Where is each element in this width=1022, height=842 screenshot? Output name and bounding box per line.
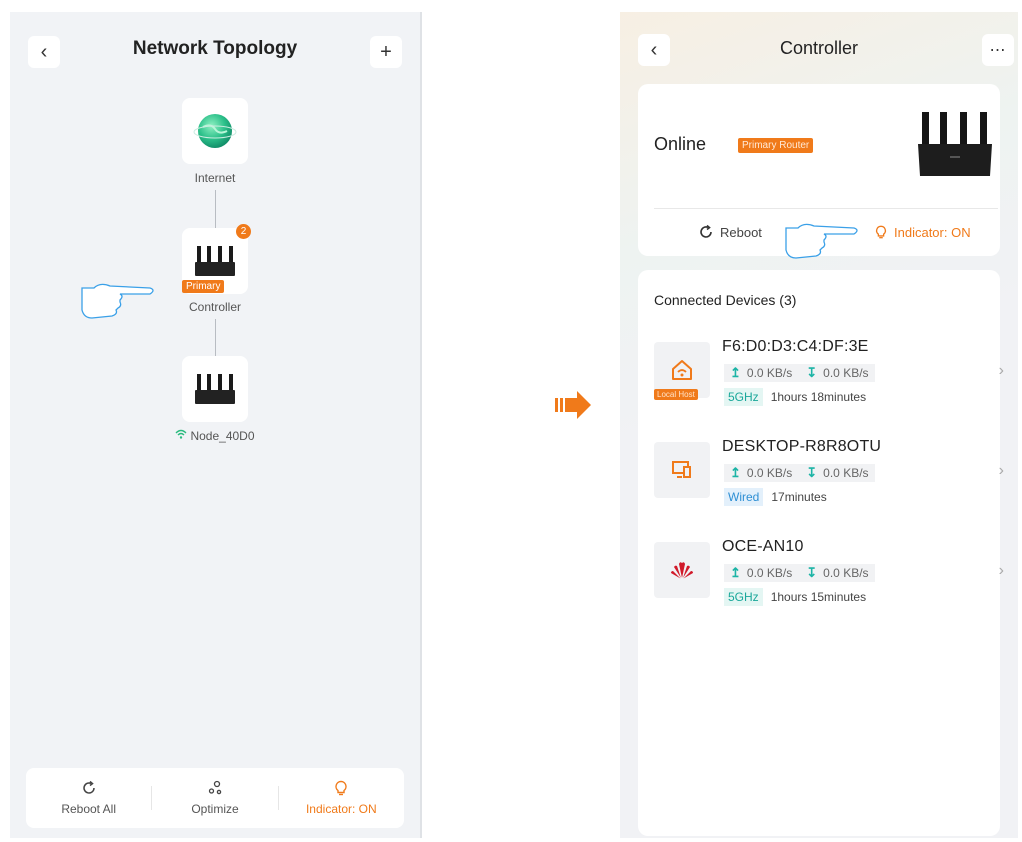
huawei-logo-icon: [671, 562, 693, 579]
device-meta: Wired 17minutes: [724, 488, 827, 506]
primary-router-tag: Primary Router: [738, 138, 814, 153]
band-badge: Wired: [724, 488, 764, 506]
add-node-button[interactable]: +: [370, 36, 402, 68]
reboot-label: Reboot: [720, 224, 762, 240]
device-icon-box: Local Host: [654, 342, 710, 400]
notification-badge: 2: [236, 224, 251, 239]
device-icon-box: [654, 442, 710, 498]
band-badge: 5GHz: [724, 588, 763, 606]
bottom-action-bar: Reboot All Optimize Indicator: ON: [26, 768, 404, 828]
router-icon: [195, 374, 235, 404]
device-name: F6:D0:D3:C4:DF:3E: [722, 338, 869, 355]
upload-icon: ↥: [730, 565, 741, 580]
internet-node[interactable]: [182, 98, 248, 164]
globe-icon: [193, 114, 237, 148]
divider: [654, 208, 998, 209]
hand-pointer-icon: [785, 223, 858, 259]
indicator-label: Indicator: ON: [894, 224, 971, 240]
link-line: [215, 319, 216, 357]
device-name: DESKTOP-R8R8OTU: [722, 438, 882, 455]
more-horizontal-icon: ⋯: [989, 42, 1007, 59]
download-icon: ↧: [806, 465, 818, 480]
device-meta: 5GHz 1hours 18minutes: [724, 388, 866, 406]
reboot-icon: [700, 224, 712, 238]
chevron-right-icon: ›: [998, 462, 1004, 479]
primary-tag: Primary: [182, 280, 225, 293]
upload-speed: 0.0 KB/s: [746, 466, 793, 480]
device-icon-box: [654, 542, 710, 598]
lightbulb-icon: [876, 225, 886, 239]
status-card: Online Primary Router Reboot Indicator: …: [638, 84, 1000, 259]
optimize-icon: [208, 780, 222, 795]
local-host-tag: Local Host: [654, 389, 698, 400]
devices-card: Connected Devices (3) Local Host F6:D0:D…: [638, 270, 1004, 836]
hand-pointer-icon: [81, 283, 154, 319]
device-row[interactable]: OCE-AN10 ↥ 0.0 KB/s ↧ 0.0 KB/s 5GHz 1hours…: [654, 538, 1004, 618]
download-speed: 0.0 KB/s: [823, 466, 869, 480]
device-row[interactable]: DESKTOP-R8R8OTU ↥ 0.0 KB/s ↧ 0.0 KB/s Wire…: [654, 438, 1004, 518]
controller-label: Controller: [188, 300, 242, 314]
reboot-icon: [82, 780, 95, 794]
download-icon: ↧: [806, 565, 818, 580]
indicator-button[interactable]: Indicator: ON: [874, 224, 971, 240]
device-name: OCE-AN10: [722, 538, 804, 555]
online-duration: 17minutes: [771, 490, 827, 504]
upload-icon: ↥: [730, 365, 741, 380]
lightbulb-icon: [335, 780, 347, 796]
page-title: Controller: [779, 38, 859, 58]
more-button[interactable]: ⋯: [982, 34, 1014, 66]
device-speed: ↥ 0.0 KB/s ↧ 0.0 KB/s: [724, 464, 875, 482]
download-speed: 0.0 KB/s: [823, 566, 869, 580]
router-image: [918, 112, 992, 176]
device-speed: ↥ 0.0 KB/s ↧ 0.0 KB/s: [724, 364, 875, 382]
download-speed: 0.0 KB/s: [823, 366, 869, 380]
devices-title: Connected Devices (3): [654, 292, 797, 308]
controller-screen: ‹ Controller ⋯ Online Primary Router Reb…: [620, 12, 1018, 838]
band-badge: 5GHz: [724, 388, 763, 406]
page-title: Network Topology: [132, 38, 298, 59]
device-speed: ↥ 0.0 KB/s ↧ 0.0 KB/s: [724, 564, 875, 582]
node-label-row: Node_40D0: [155, 429, 275, 443]
status-text: Online: [654, 134, 707, 154]
download-icon: ↧: [806, 365, 818, 380]
indicator-label: Indicator: ON: [305, 802, 377, 816]
upload-speed: 0.0 KB/s: [746, 366, 793, 380]
device-row[interactable]: Local Host F6:D0:D3:C4:DF:3E ↥ 0.0 KB/s ↧…: [654, 338, 1004, 418]
indicator-button[interactable]: Indicator: ON: [279, 768, 404, 828]
desktop-icon: [672, 461, 691, 478]
arrow-right-icon: [555, 391, 591, 419]
wifi-icon: [175, 429, 187, 439]
upload-speed: 0.0 KB/s: [746, 566, 793, 580]
reboot-all-label: Reboot All: [61, 802, 117, 816]
optimize-button[interactable]: Optimize: [152, 768, 277, 828]
node-name: Node_40D0: [190, 429, 255, 443]
plus-icon: +: [380, 40, 392, 63]
router-icon: [195, 246, 235, 276]
house-wifi-icon: [672, 360, 692, 380]
reboot-button[interactable]: Reboot: [698, 224, 762, 240]
topology-screen: ‹ Network Topology + Internet 2 Primary …: [10, 12, 422, 838]
reboot-all-button[interactable]: Reboot All: [26, 768, 151, 828]
online-duration: 1hours 15minutes: [770, 590, 867, 604]
device-meta: 5GHz 1hours 15minutes: [724, 588, 866, 606]
optimize-label: Optimize: [191, 802, 239, 816]
chevron-right-icon: ›: [998, 362, 1004, 379]
link-line: [215, 190, 216, 228]
chevron-right-icon: ›: [998, 562, 1004, 579]
upload-icon: ↥: [730, 465, 741, 480]
internet-label: Internet: [194, 171, 236, 185]
online-duration: 1hours 18minutes: [770, 390, 867, 404]
mesh-node[interactable]: [182, 356, 248, 422]
